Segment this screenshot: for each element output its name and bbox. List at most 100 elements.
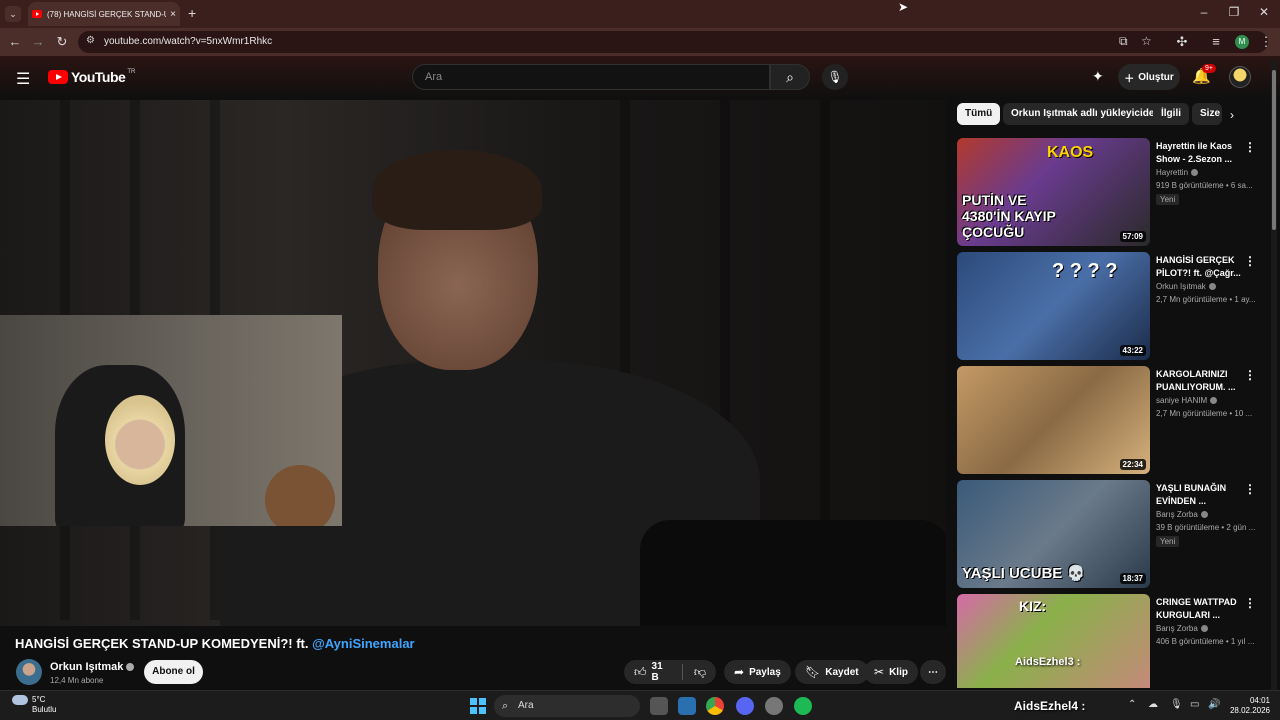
cast-icon[interactable]: ✦ [1092,68,1104,85]
menu-hamburger-icon[interactable]: ☰ [16,69,30,89]
site-info-icon[interactable]: ⚙ [86,35,95,46]
save-label: Kaydet [825,666,859,678]
network-icon[interactable]: ▭ [1190,699,1199,710]
extensions-icon[interactable]: ✣ [1173,34,1191,50]
microphone-icon[interactable]: 🎙 [1170,699,1183,710]
recommendation-title[interactable]: HANGİSİ GERÇEK PİLOT?! ft. @Çağr... [1156,254,1242,280]
recommendation-thumbnail[interactable]: KAOS PUTİN VE 4380'İN KAYIP ÇOCUĞU 57:09 [957,138,1150,246]
chevron-right-icon[interactable]: › [1230,108,1234,122]
recommendation-thumbnail[interactable]: 22:34 [957,366,1150,474]
user-avatar[interactable] [1229,66,1251,88]
recommendation-title[interactable]: KARGOLARINIZI PUANLIYORUM. ... [1156,368,1242,394]
more-options-icon[interactable]: ⋮ [1244,254,1256,268]
recommendation-thumbnail[interactable]: ? ? ? ? 43:22 [957,252,1150,360]
subscriber-count: 12,4 Mn abone [50,676,104,685]
tab-search-button[interactable]: ⌄ [5,6,21,22]
create-button[interactable]: ＋ Oluştur [1118,64,1180,90]
share-button[interactable]: ➦ Paylaş [724,660,791,684]
close-window-icon[interactable]: ✕ [1249,5,1279,19]
channel-avatar[interactable] [16,659,42,685]
volume-icon[interactable]: 🔊 [1208,699,1220,710]
app-icon[interactable] [765,697,783,715]
tab-close-icon[interactable]: × [166,9,180,20]
recommendation-channel[interactable]: Orkun Işıtmak [1156,282,1216,291]
recommendation-channel[interactable]: saniye HANIM [1156,396,1218,405]
search-input[interactable]: Ara [412,64,770,90]
chip-for-you[interactable]: Size [1192,103,1222,125]
chip-from-uploader[interactable]: Orkun Işıtmak adlı yükleyiciden [1003,103,1169,125]
clip-button[interactable]: ✂ Klip [864,660,918,684]
video-duration: 22:34 [1119,459,1146,470]
recommendation-item[interactable]: YAŞLI UCUBE 💀 18:37 YAŞLI BUNAĞIN EVİNDE… [957,480,1257,588]
bookmark-icon: 🔖︎ [805,665,821,679]
recommendation-channel-name: Barış Zorba [1156,624,1198,633]
more-actions-button[interactable]: ⋯ [920,660,946,684]
forward-icon[interactable]: → [29,34,47,49]
save-button[interactable]: 🔖︎ Kaydet [795,660,869,684]
app-icon[interactable] [678,697,696,715]
recommendation-item[interactable]: KAOS PUTİN VE 4380'İN KAYIP ÇOCUĞU 57:09… [957,138,1257,246]
browser-menu-icon[interactable]: ⋮ [1257,34,1275,50]
recommendation-item[interactable]: KIZ: AidsEzhel3 : CRINGE WATTPAD KURGULA… [957,594,1257,688]
weather-widget[interactable]: 5°C Bulutlu [12,695,56,715]
recommendation-meta: 406 B görüntüleme • 1 yıl ... [1156,637,1255,646]
system-clock[interactable]: 04:01 28.02.2026 [1228,696,1270,716]
recommendation-channel[interactable]: Hayrettin [1156,168,1199,177]
more-options-icon[interactable]: ⋮ [1244,596,1256,610]
profile-avatar[interactable]: M [1235,35,1249,49]
weather-condition: Bulutlu [32,705,57,715]
back-icon[interactable]: ← [6,34,24,49]
recommendation-channel[interactable]: Barış Zorba [1156,510,1208,519]
address-bar[interactable]: ⚙ youtube.com/watch?v=5nxWmr1Rhkc ⧉ ☆ [78,31,1268,53]
chip-all[interactable]: Tümü [957,103,1001,125]
scrollbar-thumb[interactable] [1272,70,1276,230]
chip-related[interactable]: İlgili [1153,103,1189,125]
discord-icon[interactable] [736,697,754,715]
more-options-icon[interactable]: ⋮ [1244,368,1256,382]
recommendation-title[interactable]: YAŞLI BUNAĞIN EVİNDEN ... [1156,482,1242,508]
reload-icon[interactable]: ↻ [53,34,71,50]
new-tab-button[interactable]: + [188,5,196,21]
restore-icon[interactable]: ❐ [1219,5,1249,19]
recommendation-item[interactable]: 22:34 KARGOLARINIZI PUANLIYORUM. ... san… [957,366,1257,474]
dislike-icon[interactable]: 👎︎ [694,665,706,680]
recommendation-thumbnail[interactable]: KIZ: AidsEzhel3 : [957,594,1150,688]
webcam-streamer [105,395,175,485]
subscribe-button[interactable]: Abone ol [144,660,203,684]
search-icon: ⌕ [786,69,794,85]
reading-list-icon[interactable]: ≡ [1207,34,1225,49]
cloud-icon [12,695,28,705]
weather-temp: 5°C [32,695,46,705]
windows-taskbar: 5°C Bulutlu ⌕ Ara AidsEzhel4 : ⌃ ☁ 🎙 ▭ 🔊… [0,690,1280,720]
browser-tab[interactable]: (78) HANGİSİ GERÇEK STAND-U × [28,2,180,26]
recommendation-title[interactable]: Hayrettin ile Kaos Show - 2.Sezon ... [1156,140,1242,166]
video-duration: 57:09 [1119,231,1146,242]
search-button[interactable]: ⌕ [770,64,810,90]
notifications-badge: 9+ [1202,64,1216,73]
minimize-icon[interactable]: – [1189,5,1219,19]
install-app-icon[interactable]: ⧉ [1119,34,1128,49]
taskbar-search[interactable]: ⌕ Ara [494,695,640,717]
more-options-icon[interactable]: ⋮ [1244,140,1256,154]
chrome-icon[interactable] [706,697,724,715]
like-count[interactable]: 31 B [652,661,671,683]
task-view-icon[interactable] [650,697,668,715]
voice-search-button[interactable]: 🎙 [822,64,848,90]
recommendation-thumbnail[interactable]: YAŞLI UCUBE 💀 18:37 [957,480,1150,588]
recommendation-title[interactable]: CRINGE WATTPAD KURGULARI ... [1156,596,1242,622]
tray-cloud-icon[interactable]: ☁ [1148,699,1158,710]
more-options-icon[interactable]: ⋮ [1244,482,1256,496]
video-title-mention-link[interactable]: @AyniSinemalar [312,636,415,651]
bookmark-star-icon[interactable]: ☆ [1141,34,1152,48]
youtube-logo[interactable]: YouTube TR [48,69,135,85]
youtube-favicon-icon [32,10,42,18]
channel-name[interactable]: Orkun Işıtmak [50,661,135,673]
recommendation-item[interactable]: ? ? ? ? 43:22 HANGİSİ GERÇEK PİLOT?! ft.… [957,252,1257,360]
like-divider [681,664,683,680]
windows-start-icon[interactable] [470,698,486,714]
video-title-text: HANGİSİ GERÇEK STAND-UP KOMEDYENİ?! ft. [15,636,313,651]
tray-chevron-icon[interactable]: ⌃ [1128,699,1136,710]
spotify-icon[interactable] [794,697,812,715]
like-icon[interactable]: 👍︎ [634,665,647,680]
recommendation-channel[interactable]: Barış Zorba [1156,624,1208,633]
